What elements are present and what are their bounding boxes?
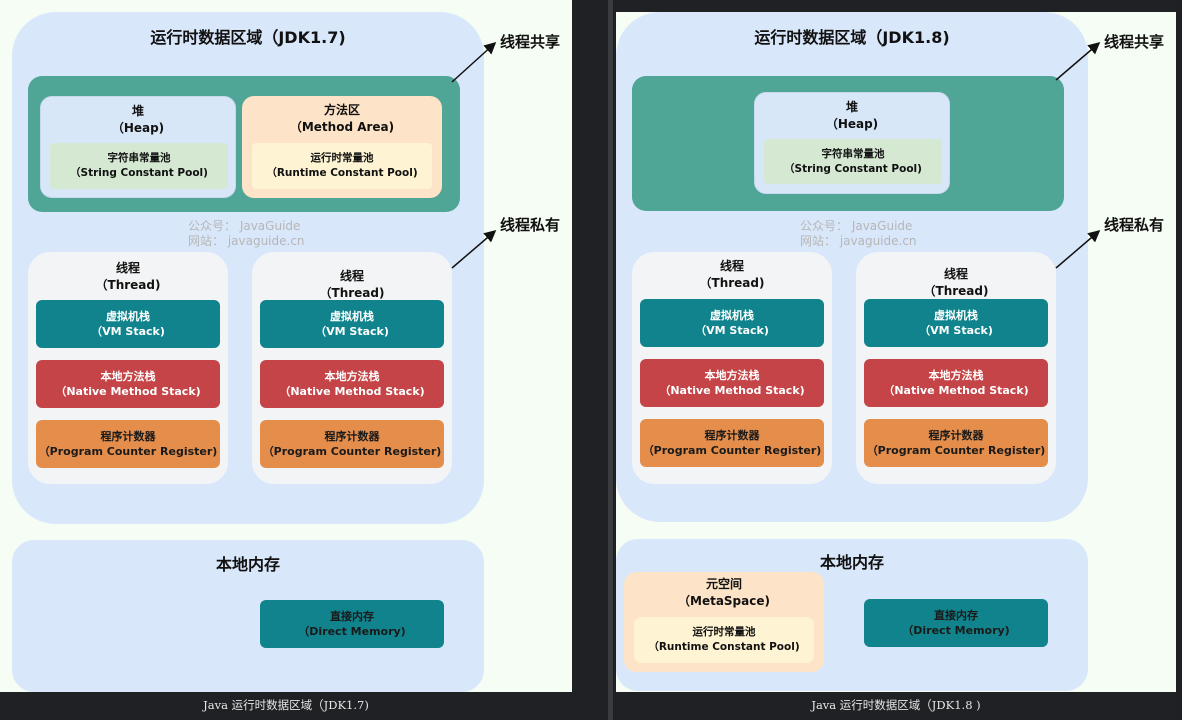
native-stack-label: 本地方法栈	[704, 369, 760, 382]
runtime-pool-label: 运行时常量池	[310, 152, 374, 164]
jdk17-t1-vm-stack: 虚拟机栈 （VM Stack)	[36, 300, 220, 348]
thread-en-label: （Thread)	[699, 276, 765, 290]
thread-en-label: （Thread)	[95, 278, 161, 292]
pc-label: 程序计数器	[100, 430, 156, 443]
jdk17-native-memory-title: 本地内存	[215, 555, 280, 574]
vm-stack-en-label: （VM Stack)	[695, 324, 769, 337]
jdk18-t2-native-stack: 本地方法栈 （Native Method Stack)	[864, 359, 1048, 407]
jdk17-string-constant-pool: 字符串常量池 （String Constant Pool)	[50, 143, 228, 189]
pc-en-label: （Program Counter Register)	[642, 444, 822, 457]
thread-label: 线程	[719, 259, 744, 273]
pc-label: 程序计数器	[324, 430, 380, 443]
jdk18-t2-pc-register: 程序计数器 （Program Counter Register)	[864, 419, 1048, 467]
jdk18-private-arrow-icon	[1055, 230, 1101, 269]
jdk18-shared-arrow-icon	[1055, 42, 1101, 81]
thread-label: 线程	[943, 267, 968, 281]
runtime-pool-en-label: （Runtime Constant Pool)	[266, 167, 418, 179]
jdk17-private-label: 线程私有	[500, 216, 561, 234]
direct-memory-label: 直接内存	[330, 610, 374, 623]
heap-en-label: （Heap)	[825, 117, 879, 131]
native-stack-en-label: （Native Method Stack)	[55, 385, 201, 398]
heap-en-label: （Heap)	[111, 121, 165, 135]
pc-en-label: （Program Counter Register)	[866, 444, 1046, 457]
jdk18-runtime-constant-pool: 运行时常量池 （Runtime Constant Pool)	[634, 617, 814, 663]
native-stack-en-label: （Native Method Stack)	[883, 384, 1029, 397]
direct-memory-label: 直接内存	[934, 609, 978, 622]
jdk17-title: 运行时数据区域（JDK1.7)	[150, 28, 346, 47]
metaspace-label: 元空间	[705, 577, 742, 591]
jdk18-t1-native-stack: 本地方法栈 （Native Method Stack)	[640, 359, 824, 407]
jdk18-private-label: 线程私有	[1104, 216, 1165, 234]
native-stack-label: 本地方法栈	[324, 370, 380, 383]
method-area-label: 方法区	[323, 103, 360, 117]
native-stack-label: 本地方法栈	[928, 369, 984, 382]
jdk18-string-constant-pool: 字符串常量池 （String Constant Pool)	[764, 139, 942, 184]
vm-stack-label: 虚拟机栈	[934, 309, 978, 322]
pc-label: 程序计数器	[704, 429, 760, 442]
jdk18-panel: 运行时数据区域（JDK1.8) 堆 （Heap) 字符串常量池 （String …	[616, 12, 1176, 692]
jdk17-t2-vm-stack: 虚拟机栈 （VM Stack)	[260, 300, 444, 348]
jdk17-private-arrow-icon	[451, 230, 497, 269]
metaspace-en-label: （MetaSpace)	[678, 594, 770, 608]
jdk18-t2-vm-stack: 虚拟机栈 （VM Stack)	[864, 299, 1048, 347]
jdk17-caption: Java 运行时数据区域（JDK1.7)	[203, 698, 369, 712]
jdk17-watermark: 公众号： JavaGuide 网站： javaguide.cn	[188, 219, 305, 249]
jdk18-t1-vm-stack: 虚拟机栈 （VM Stack)	[640, 299, 824, 347]
string-pool-en-label: （String Constant Pool)	[784, 162, 922, 175]
vm-stack-en-label: （VM Stack)	[315, 325, 389, 338]
vm-stack-en-label: （VM Stack)	[91, 325, 165, 338]
string-pool-label: 字符串常量池	[821, 147, 885, 160]
jdk17-t2-pc-register: 程序计数器 （Program Counter Register)	[260, 420, 444, 468]
string-pool-label: 字符串常量池	[107, 152, 171, 164]
jdk17-runtime-constant-pool: 运行时常量池 （Runtime Constant Pool)	[252, 143, 432, 189]
jdk18-direct-memory: 直接内存 （Direct Memory)	[864, 599, 1048, 647]
direct-memory-en-label: （Direct Memory)	[298, 625, 406, 638]
jdk17-shared-arrow-icon	[451, 41, 497, 83]
heap-label: 堆	[845, 100, 858, 114]
runtime-pool-en-label: （Runtime Constant Pool)	[648, 641, 800, 653]
vm-stack-label: 虚拟机栈	[710, 309, 754, 322]
direct-memory-en-label: （Direct Memory)	[902, 624, 1010, 637]
pc-en-label: （Program Counter Register)	[262, 445, 442, 458]
native-stack-en-label: （Native Method Stack)	[279, 385, 425, 398]
jdk18-t1-pc-register: 程序计数器 （Program Counter Register)	[640, 419, 824, 467]
jdk18-native-memory-title: 本地内存	[819, 553, 884, 572]
native-stack-label: 本地方法栈	[100, 370, 156, 383]
jdk17-direct-memory: 直接内存 （Direct Memory)	[260, 600, 444, 648]
method-area-en-label: （Method Area)	[289, 120, 395, 134]
vm-stack-label: 虚拟机栈	[330, 310, 374, 323]
thread-label: 线程	[115, 261, 140, 275]
jdk18-title: 运行时数据区域（JDK1.8)	[754, 28, 950, 47]
jdk17-t2-native-stack: 本地方法栈 （Native Method Stack)	[260, 360, 444, 408]
jdk18-watermark: 公众号： JavaGuide 网站： javaguide.cn	[800, 219, 917, 249]
native-stack-en-label: （Native Method Stack)	[659, 384, 805, 397]
watermark-line-2: 网站： javaguide.cn	[188, 234, 305, 248]
thread-label: 线程	[339, 269, 364, 283]
pc-label: 程序计数器	[928, 429, 984, 442]
jdk18-caption: Java 运行时数据区域（JDK1.8 )	[811, 698, 981, 712]
jdk17-t1-pc-register: 程序计数器 （Program Counter Register)	[36, 420, 220, 468]
panel-divider	[608, 0, 613, 720]
pc-en-label: （Program Counter Register)	[38, 445, 218, 458]
jdk18-shared-label: 线程共享	[1104, 33, 1165, 51]
jdk17-shared-label: 线程共享	[500, 33, 561, 51]
watermark-line-2: 网站： javaguide.cn	[800, 234, 917, 248]
jdk17-t1-native-stack: 本地方法栈 （Native Method Stack)	[36, 360, 220, 408]
vm-stack-en-label: （VM Stack)	[919, 324, 993, 337]
string-pool-en-label: （String Constant Pool)	[70, 167, 208, 179]
watermark-line-1: 公众号： JavaGuide	[188, 219, 301, 233]
runtime-pool-label: 运行时常量池	[692, 626, 756, 638]
vm-stack-label: 虚拟机栈	[106, 310, 150, 323]
heap-label: 堆	[131, 104, 144, 118]
watermark-line-1: 公众号： JavaGuide	[800, 219, 913, 233]
thread-en-label: （Thread)	[923, 284, 989, 298]
jdk17-panel: 运行时数据区域（JDK1.7) 堆 （Heap) 字符串常量池 （String …	[0, 0, 572, 692]
